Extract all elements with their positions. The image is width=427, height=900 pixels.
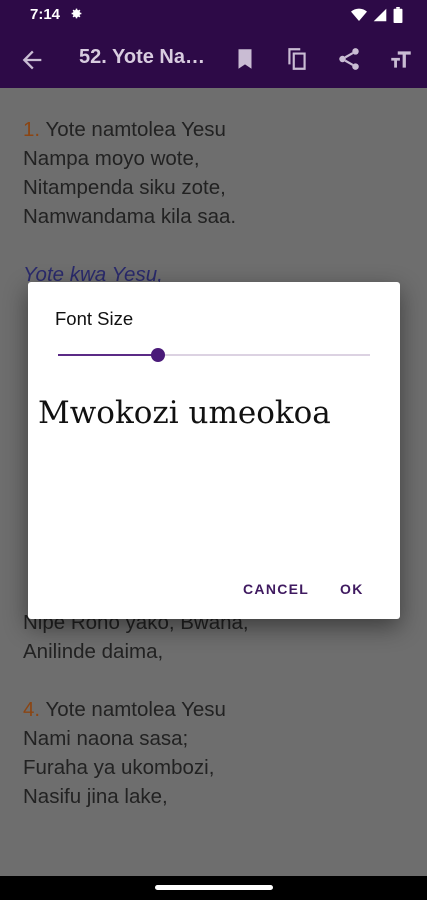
lyric-line: Nasifu jina lake,: [23, 785, 168, 808]
lyric-text: Yote namtolea Yesu: [45, 118, 226, 141]
ok-button[interactable]: OK: [340, 581, 364, 597]
font-size-slider[interactable]: [58, 344, 370, 368]
lyric-line: Namwandama kila saa.: [23, 205, 237, 228]
share-icon[interactable]: [336, 46, 362, 72]
lyric-text: Yote namtolea Yesu: [45, 698, 226, 721]
signal-icon: [373, 8, 387, 22]
lyric-line: Anilinde daima,: [23, 640, 164, 663]
lyric-line: 4. Yote namtolea Yesu: [23, 695, 249, 724]
stanza-number: 4.: [23, 698, 41, 721]
lyric-line: Nitampenda siku zote,: [23, 176, 226, 199]
font-size-dialog: Font Size Mwokozi umeokoa CANCEL OK: [28, 282, 400, 619]
navigation-bar: [0, 876, 427, 900]
lyric-line: Nampa moyo wote,: [23, 147, 200, 170]
app-bar: 52. Yote Namtolea Yesu: [0, 32, 427, 88]
status-bar: 7:14: [0, 0, 427, 32]
back-arrow-icon[interactable]: [18, 46, 46, 74]
page-title: 52. Yote Namtolea Yesu: [79, 46, 215, 68]
bookmark-icon[interactable]: [232, 46, 258, 72]
lyric-line: Nami naona sasa;: [23, 727, 189, 750]
copy-icon[interactable]: [284, 46, 310, 72]
stanza-number: 1.: [23, 118, 41, 141]
font-size-icon[interactable]: [388, 46, 414, 72]
battery-icon: [393, 7, 403, 23]
font-preview-text: Mwokozi umeokoa: [38, 395, 331, 431]
lyric-line: 1. Yote namtolea Yesu: [23, 115, 249, 144]
cancel-button[interactable]: CANCEL: [243, 581, 309, 597]
lyric-line: Furaha ya ukombozi,: [23, 756, 215, 779]
wifi-icon: [351, 8, 367, 21]
dialog-title: Font Size: [55, 308, 134, 329]
home-gesture-handle[interactable]: [155, 885, 273, 890]
status-time: 7:14: [30, 6, 61, 23]
gear-icon: [71, 8, 82, 19]
slider-fill: [58, 354, 158, 356]
slider-thumb[interactable]: [150, 348, 165, 362]
